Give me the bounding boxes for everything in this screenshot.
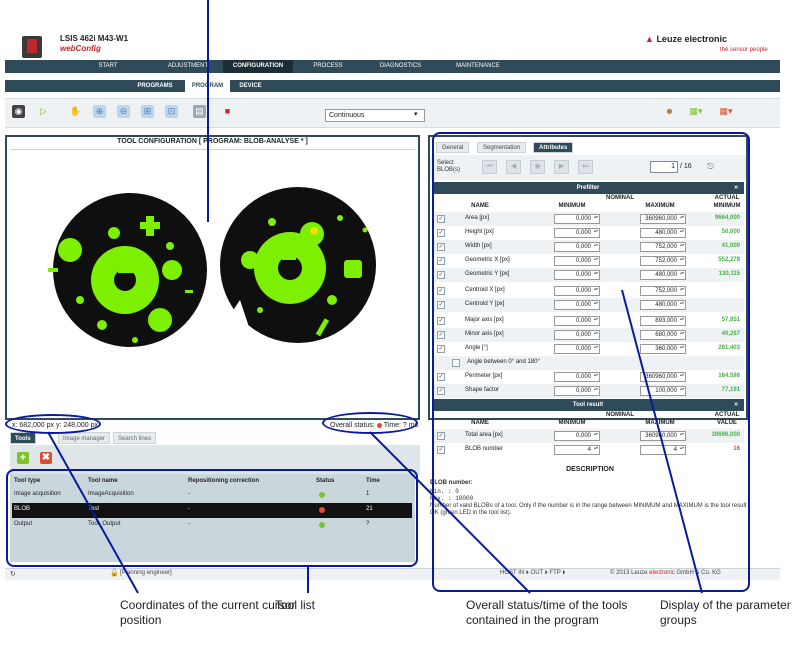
- caption-parameter-groups: Display of the parameter groups: [660, 598, 791, 627]
- callout-leaders: [47, 289, 703, 594]
- caption-overall-status: Overall status/time of the tools contain…: [466, 598, 628, 627]
- caption-tool-list: Tool list: [275, 598, 316, 612]
